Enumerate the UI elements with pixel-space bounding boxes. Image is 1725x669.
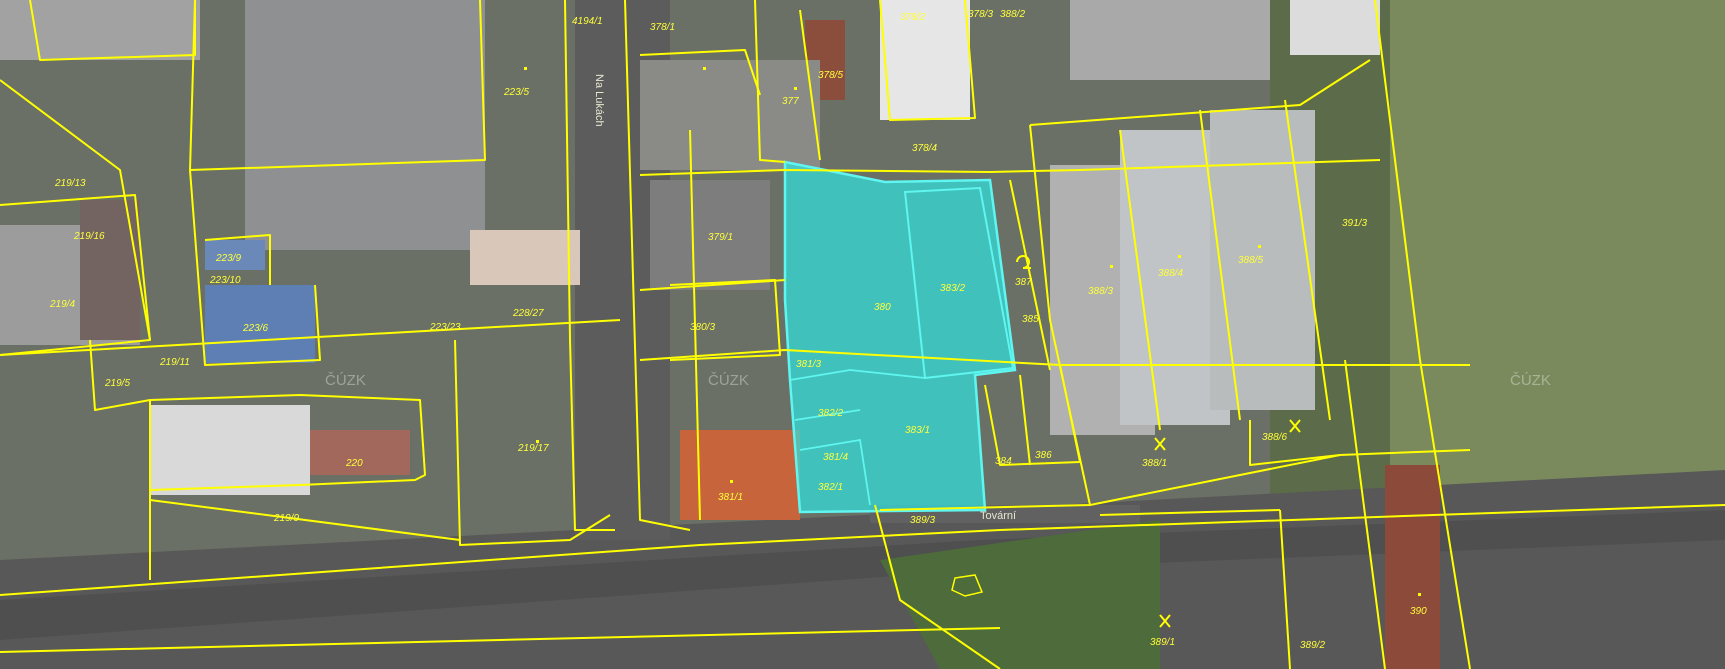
parcel-label: 4194/1 xyxy=(572,16,603,27)
parcel-label: 378/5 xyxy=(818,70,843,81)
parcel-label: 386 xyxy=(1035,450,1052,461)
selection-polygon[interactable] xyxy=(783,160,1017,514)
parcel-label: 380 xyxy=(874,302,891,313)
parcel-label: 223/6 xyxy=(242,323,268,334)
parcel-label: 389/1 xyxy=(1150,637,1175,648)
parcel-label: 228/27 xyxy=(512,308,544,319)
parcel-label: 387 xyxy=(1015,277,1032,288)
roof-beige xyxy=(470,230,580,285)
parcel-label: 381/1 xyxy=(718,492,743,503)
parcel-label: 385 xyxy=(1022,314,1039,325)
parcel-label: 220 xyxy=(345,458,363,469)
parcel-label: 390 xyxy=(1410,606,1427,617)
roof-w-brown xyxy=(80,200,140,340)
parcel-label: 219/4 xyxy=(49,299,75,310)
parcel-label: 383/2 xyxy=(940,283,965,294)
roof-ne xyxy=(1070,0,1270,80)
parcel-label: 219/11 xyxy=(159,357,190,368)
point-marker-icon xyxy=(730,480,733,483)
parcel-label: 383/1 xyxy=(905,425,930,436)
warehouse-roof-a xyxy=(245,0,485,250)
street-label-na-lukach: Na Lukách xyxy=(593,74,605,127)
parcel-label: 219/17 xyxy=(517,443,549,454)
parcel-label: 219/9 xyxy=(273,513,299,524)
parcel-label: 223/9 xyxy=(215,253,241,264)
point-marker-icon xyxy=(1178,255,1181,258)
point-marker-icon xyxy=(1258,245,1261,248)
parcel-label: 219/5 xyxy=(104,378,130,389)
parcel-label: 377 xyxy=(782,96,799,107)
parcel-label: 389/3 xyxy=(910,515,935,526)
roof-ne-white xyxy=(1290,0,1380,55)
parcel-label: 223/5 xyxy=(503,87,529,98)
parcel-label: 378/3 xyxy=(968,9,993,20)
parcel-label: 384 xyxy=(995,456,1012,467)
parcel-label: 378/4 xyxy=(912,143,937,154)
roof-390 xyxy=(1385,465,1440,669)
roof-white-west xyxy=(150,405,310,495)
point-marker-icon xyxy=(703,67,706,70)
parcel-label: 219/13 xyxy=(54,178,86,189)
parcel-label: 378/2 xyxy=(900,12,925,23)
parcel-label: 382/1 xyxy=(818,482,843,493)
parcel-label: 382/2 xyxy=(818,408,843,419)
watermark-east: ČÚZK xyxy=(1510,372,1551,389)
parcel-label: 379/1 xyxy=(708,232,733,243)
parcel-label: 388/5 xyxy=(1238,255,1263,266)
watermark-center: ČÚZK xyxy=(708,372,749,389)
parcel-label: 381/4 xyxy=(823,452,848,463)
street-label-tovarni: Tovární xyxy=(980,510,1016,522)
parcel-label: 378/1 xyxy=(650,22,675,33)
parcel-label: 389/2 xyxy=(1300,640,1325,651)
parking-377 xyxy=(640,60,820,170)
parcel-label: 391/3 xyxy=(1342,218,1367,229)
parcel-label: 219/16 xyxy=(73,231,105,242)
parcel-label: 388/2 xyxy=(1000,9,1025,20)
parcel-label: 388/6 xyxy=(1262,432,1287,443)
watermark-west: ČÚZK xyxy=(325,372,366,389)
parcel-label: 388/4 xyxy=(1158,268,1183,279)
point-marker-icon xyxy=(524,67,527,70)
parcel-label: 223/23 xyxy=(429,322,461,333)
parcel-label: 380/3 xyxy=(690,322,715,333)
roof-nw xyxy=(0,0,200,60)
selected-parcels[interactable] xyxy=(783,160,1017,514)
parcel-label: 223/10 xyxy=(209,275,241,286)
cadastral-map[interactable]: ČÚZK ČÚZK ČÚZK Na Lukách Tovární 4194/1 … xyxy=(0,0,1725,669)
point-marker-icon xyxy=(1110,265,1113,268)
parcel-label: 388/1 xyxy=(1142,458,1167,469)
parcel-label: 381/3 xyxy=(796,359,821,370)
point-marker-icon xyxy=(1418,593,1421,596)
point-marker-icon xyxy=(794,87,797,90)
parcel-label: 388/3 xyxy=(1088,286,1113,297)
